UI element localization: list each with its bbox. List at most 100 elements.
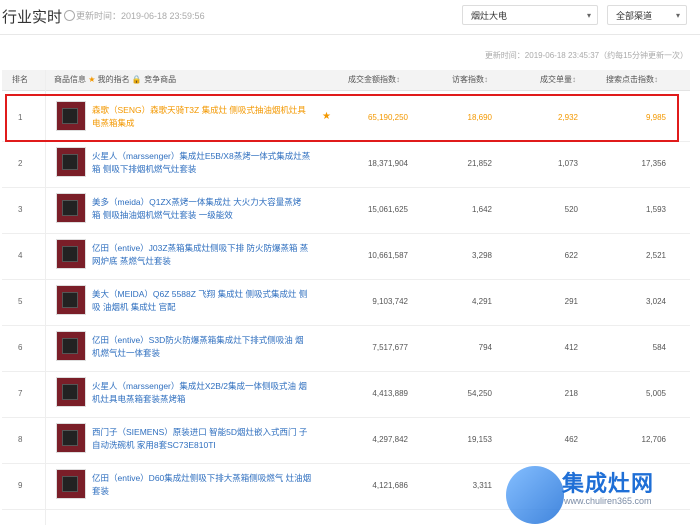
- sort-icon: ↕: [654, 75, 658, 84]
- category-select[interactable]: 烟灶大电 ▾: [462, 5, 598, 25]
- unit-price-value: 1,073: [557, 159, 578, 168]
- competitor-goods-link[interactable]: 竞争商品: [144, 75, 176, 84]
- unit-price-value: 622: [564, 251, 578, 260]
- table-row[interactable]: 4 亿田（entive）J03Z蒸箱集成灶侧吸下排 防火防爆蒸箱 蒸网炉底 蒸燃气…: [2, 233, 690, 280]
- row-rank: 6: [18, 343, 23, 352]
- sales-index-value: 4,297,842: [372, 435, 408, 444]
- sales-index-value: 9,103,742: [372, 297, 408, 306]
- product-image: [62, 154, 78, 170]
- unit-price-value: 462: [564, 435, 578, 444]
- row-rank: 9: [18, 481, 23, 490]
- my-favorites-link[interactable]: 我的指名: [98, 75, 130, 84]
- search-index-value: 2,521: [645, 251, 666, 260]
- col-unit-label: 成交单量: [540, 75, 572, 84]
- visit-index-value: 3,298: [471, 251, 492, 260]
- sort-icon: ↕: [484, 75, 488, 84]
- product-name-link[interactable]: 美多（meida）Q1ZX蒸烤一体集成灶 大火力大容量蒸烤 箱 侧吸抽油烟机燃气…: [92, 196, 312, 222]
- channel-select[interactable]: 全部渠道 ▾: [607, 5, 687, 25]
- col-sales-label: 成交金额指数: [348, 75, 396, 84]
- product-name-link[interactable]: 美大（MEIDA）Q6Z 5588Z 飞翔 集成灶 侧吸式集成灶 侧吸 油烟机 …: [92, 288, 312, 314]
- product-image: [62, 292, 78, 308]
- col-rank: 排名: [12, 75, 28, 84]
- unit-price-value: 520: [564, 205, 578, 214]
- product-name-link[interactable]: 火星人（marssenger）集成灶X2B/2集成一体侧吸式油 烟机灶具电蒸箱套…: [92, 380, 312, 406]
- sales-index-value: 4,413,889: [372, 389, 408, 398]
- product-name-link[interactable]: 西门子（SIEMENS）原装进口 智能5D烟灶嵌入式西门 子自动洗碗机 家用8套…: [92, 426, 312, 452]
- row-rank: 3: [18, 205, 23, 214]
- product-thumbnail[interactable]: [56, 423, 86, 453]
- sales-index-value: 15,061,625: [367, 205, 408, 214]
- sales-index-value: 4,121,686: [372, 481, 408, 490]
- product-thumbnail[interactable]: [56, 331, 86, 361]
- table-header: 排名 商品信息 ★ 我的指名 🔒 竞争商品 成交金额指数↕ 访客指数↕ 成交单量…: [2, 70, 690, 91]
- col-search-label: 搜索点击指数: [606, 75, 654, 84]
- col-sales-index[interactable]: 成交金额指数↕: [348, 70, 400, 90]
- watermark-url: www.chuliren365.com: [564, 496, 652, 506]
- row-rank: 7: [18, 389, 23, 398]
- product-image: [62, 384, 78, 400]
- row-rank: 4: [18, 251, 23, 260]
- product-name-link[interactable]: 火星人（marssenger）集成灶E5B/X8蒸烤一体式集成灶蒸箱 侧吸下排烟…: [92, 150, 312, 176]
- top-bar: 行业实时 o 更新时间：2019-06-18 23:59:56 烟灶大电 ▾ 全…: [0, 0, 700, 35]
- page-title: 行业实时: [2, 9, 63, 26]
- product-name-link[interactable]: 亿田（entive）D60集成灶侧吸下排大蒸箱侧吸燃气 灶油烟套装: [92, 472, 312, 498]
- highlight-box: [5, 94, 679, 142]
- chevron-down-icon: ▾: [586, 11, 591, 20]
- category-select-value: 烟灶大电: [471, 11, 508, 21]
- product-image: [62, 430, 78, 446]
- search-index-value: 5,005: [645, 389, 666, 398]
- table-row[interactable]: 5 美大（MEIDA）Q6Z 5588Z 飞翔 集成灶 侧吸式集成灶 侧吸 油烟机…: [2, 279, 690, 326]
- product-image: [62, 338, 78, 354]
- table-row[interactable]: 7 火星人（marssenger）集成灶X2B/2集成一体侧吸式油 烟机灶具电蒸箱…: [2, 371, 690, 418]
- product-thumbnail[interactable]: [56, 193, 86, 223]
- product-thumbnail[interactable]: [56, 147, 86, 177]
- channel-select-value: 全部渠道: [616, 11, 653, 21]
- table-row[interactable]: 8 西门子（SIEMENS）原装进口 智能5D烟灶嵌入式西门 子自动洗碗机 家用8…: [2, 417, 690, 464]
- visit-index-value: 4,291: [471, 297, 492, 306]
- visit-index-value: 21,852: [467, 159, 492, 168]
- product-thumbnail[interactable]: [56, 469, 86, 499]
- col-search-index[interactable]: 搜索点击指数↕: [606, 70, 658, 90]
- row-rank: 5: [18, 297, 23, 306]
- row-rank: 2: [18, 159, 23, 168]
- table-row[interactable]: 6 亿田（entive）S3D防火防爆蒸箱集成灶下排式侧吸油 烟机燃气灶一体套装 7…: [2, 325, 690, 372]
- search-index-value: 17,356: [641, 159, 666, 168]
- sales-index-value: 10,661,587: [367, 251, 408, 260]
- updated-time: 更新时间：2019-06-18 23:59:56: [76, 11, 205, 21]
- visit-index-value: 794: [478, 343, 492, 352]
- product-thumbnail[interactable]: [56, 377, 86, 407]
- col-goods: 商品信息 ★ 我的指名 🔒 竞争商品: [54, 70, 176, 90]
- unit-price-value: 218: [564, 389, 578, 398]
- search-index-value: 3,024: [645, 297, 666, 306]
- search-index-value: 1,593: [645, 205, 666, 214]
- clock-icon: o: [64, 10, 75, 21]
- sort-icon: ↕: [572, 75, 576, 84]
- unit-price-value: 291: [564, 297, 578, 306]
- table-row[interactable]: 2 火星人（marssenger）集成灶E5B/X8蒸烤一体式集成灶蒸箱 侧吸下排…: [2, 141, 690, 188]
- visit-index-value: 54,250: [467, 389, 492, 398]
- logo-icon: [506, 466, 564, 524]
- col-visit-index[interactable]: 访客指数↕: [452, 70, 488, 90]
- row-rank: 8: [18, 435, 23, 444]
- visit-index-value: 19,153: [467, 435, 492, 444]
- chevron-down-icon: ▾: [675, 11, 680, 20]
- sub-update-info: 更新时间：2019-06-18 23:45:37（约每15分钟更新一次）: [484, 51, 688, 60]
- lock-icon: 🔒: [131, 75, 142, 84]
- star-icon: ★: [88, 75, 96, 84]
- col-goods-label: 商品信息: [54, 75, 86, 84]
- product-name-link[interactable]: 亿田（entive）S3D防火防爆蒸箱集成灶下排式侧吸油 烟机燃气灶一体套装: [92, 334, 312, 360]
- product-image: [62, 476, 78, 492]
- sales-index-value: 7,517,677: [372, 343, 408, 352]
- product-name-link[interactable]: 亿田（entive）J03Z蒸箱集成灶侧吸下排 防火防爆蒸箱 蒸网炉底 蒸燃气灶…: [92, 242, 312, 268]
- col-visit-label: 访客指数: [452, 75, 484, 84]
- sales-index-value: 18,371,904: [367, 159, 408, 168]
- watermark-logo: 集成灶网 www.chuliren365.com: [506, 458, 700, 525]
- col-unit-price[interactable]: 成交单量↕: [540, 70, 576, 90]
- visit-index-value: 3,311: [472, 481, 492, 490]
- product-thumbnail[interactable]: [56, 285, 86, 315]
- table-row[interactable]: 3 美多（meida）Q1ZX蒸烤一体集成灶 大火力大容量蒸烤 箱 侧吸抽油烟机燃…: [2, 187, 690, 234]
- product-image: [62, 246, 78, 262]
- search-index-value: 584: [652, 343, 666, 352]
- unit-price-value: 412: [564, 343, 578, 352]
- product-thumbnail[interactable]: [56, 239, 86, 269]
